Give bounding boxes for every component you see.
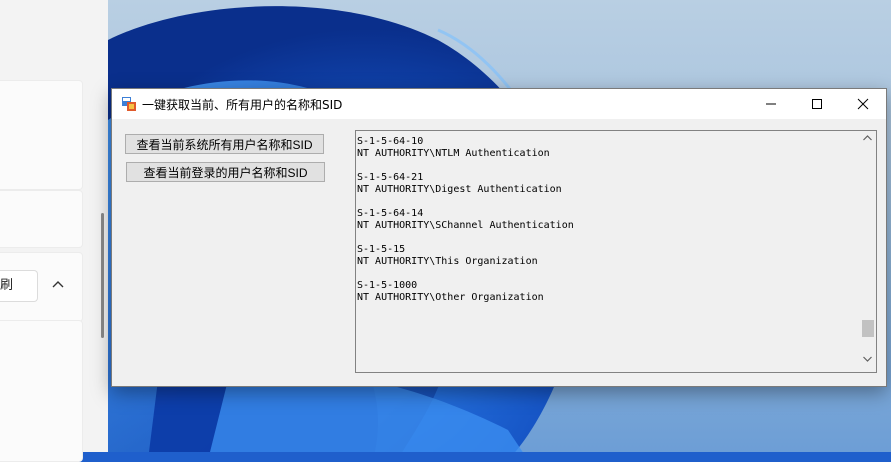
output-sid: S-1-5-64-14 bbox=[357, 208, 424, 219]
settings-card bbox=[0, 190, 83, 248]
vertical-scrollbar[interactable] bbox=[859, 131, 876, 372]
output-blank-line bbox=[357, 160, 857, 172]
output-blank-line bbox=[357, 232, 857, 244]
output-sid: S-1-5-64-10 bbox=[357, 136, 424, 147]
app-window: 一键获取当前、所有用户的名称和SID 查看当前系统所有用户名称和SID 查看当前… bbox=[111, 88, 887, 387]
output-textbox[interactable]: S-1-5-64-10 NT AUTHORITY\NTLM Authentica… bbox=[355, 130, 877, 373]
output-blank-line bbox=[357, 268, 857, 280]
scroll-down-icon[interactable] bbox=[863, 356, 872, 362]
minimize-button[interactable] bbox=[748, 89, 794, 119]
output-username: NT AUTHORITY\Other Organization bbox=[357, 292, 544, 303]
chevron-up-icon[interactable] bbox=[50, 277, 66, 293]
background-settings-app: 刷 bbox=[0, 0, 109, 462]
output-sid: S-1-5-64-21 bbox=[357, 172, 424, 183]
list-current-user-button[interactable]: 查看当前登录的用户名称和SID bbox=[126, 162, 325, 182]
minimize-icon bbox=[766, 103, 776, 105]
output-username: NT AUTHORITY\Digest Authentication bbox=[357, 184, 562, 195]
maximize-button[interactable] bbox=[794, 89, 840, 119]
output-sid: S-1-5-15 bbox=[357, 244, 406, 255]
settings-card bbox=[0, 320, 83, 462]
settings-card bbox=[0, 80, 83, 190]
scroll-up-icon[interactable] bbox=[863, 135, 872, 141]
list-all-users-button[interactable]: 查看当前系统所有用户名称和SID bbox=[125, 134, 324, 154]
scrollbar-thumb[interactable] bbox=[862, 320, 874, 337]
output-username: NT AUTHORITY\SChannel Authentication bbox=[357, 220, 574, 231]
close-icon bbox=[857, 98, 869, 110]
app-icon bbox=[121, 96, 137, 112]
output-lines: S-1-5-64-10 NT AUTHORITY\NTLM Authentica… bbox=[357, 136, 857, 304]
output-username: NT AUTHORITY\This Organization bbox=[357, 256, 538, 267]
settings-dropdown-text: 刷 bbox=[0, 278, 14, 293]
settings-dropdown[interactable]: 刷 bbox=[0, 270, 38, 302]
maximize-icon bbox=[812, 99, 822, 109]
window-title: 一键获取当前、所有用户的名称和SID bbox=[142, 98, 343, 112]
settings-scrollbar[interactable] bbox=[101, 213, 104, 338]
output-sid: S-1-5-1000 bbox=[357, 280, 418, 291]
close-button[interactable] bbox=[840, 89, 886, 119]
output-blank-line bbox=[357, 196, 857, 208]
output-username: NT AUTHORITY\NTLM Authentication bbox=[357, 148, 550, 159]
title-bar[interactable]: 一键获取当前、所有用户的名称和SID bbox=[112, 89, 886, 119]
